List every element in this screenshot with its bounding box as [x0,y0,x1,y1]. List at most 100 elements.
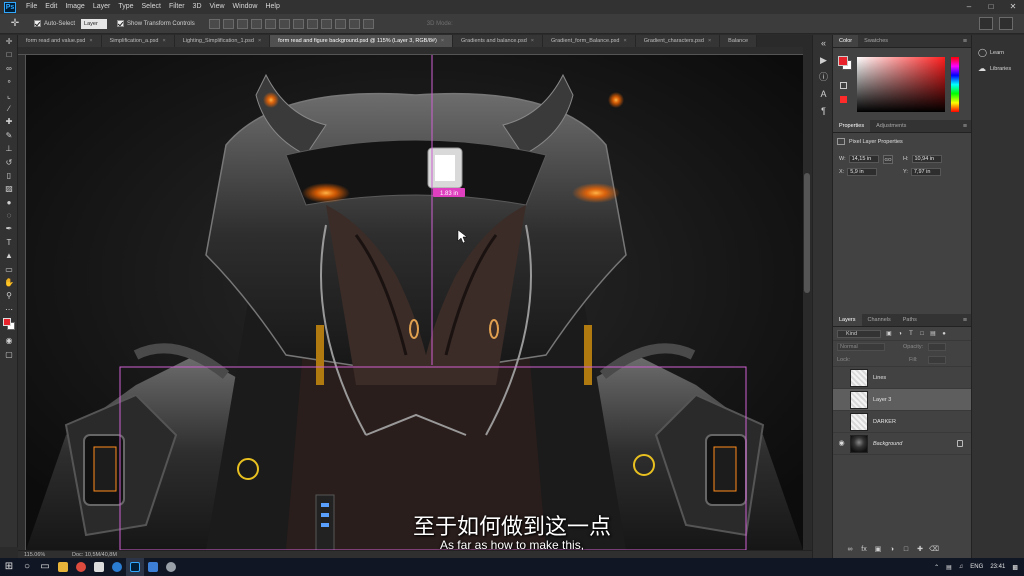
gradient-tool-icon[interactable]: ▨ [0,182,18,195]
play-icon[interactable]: ▶ [813,52,834,69]
eraser-tool-icon[interactable]: ▯ [0,169,18,182]
menu-layer[interactable]: Layer [89,0,115,14]
tab-paths[interactable]: Paths [897,314,923,326]
width-field[interactable]: 14,15 in [848,155,879,163]
menu-help[interactable]: Help [261,0,283,14]
new-layer-icon[interactable]: ✚ [915,545,925,555]
close-tab-icon[interactable]: × [708,38,711,44]
quick-mask-icon[interactable]: ◉ [0,334,18,347]
language-indicator[interactable]: ENG [970,564,983,570]
new-adjustment-icon[interactable]: ◑ [887,545,897,555]
panel-menu-icon[interactable]: ≡ [963,120,967,133]
panel-menu-icon[interactable]: ≡ [963,35,967,48]
notification-icon[interactable]: ▩ [1012,564,1018,571]
filter-kind-select[interactable]: Kind [837,330,881,338]
clock[interactable]: 23:41 [990,564,1005,570]
panel-menu-icon[interactable]: ≡ [963,314,967,327]
filter-type-icon[interactable]: T [907,330,915,338]
close-tab-icon[interactable]: × [623,38,626,44]
hue-slider[interactable] [951,57,959,112]
network-icon[interactable]: ▤ [946,564,952,571]
tab-color[interactable]: Color [833,35,859,47]
history-brush-tool-icon[interactable]: ↺ [0,156,18,169]
layer-row-layer-3[interactable]: Layer 3 [833,389,971,411]
move-tool-icon[interactable]: ✛ [6,17,24,31]
layer-row-darker[interactable]: DARKER [833,411,971,433]
close-tab-icon[interactable]: × [531,38,534,44]
auto-select-checkbox[interactable]: Auto-Select [34,20,75,27]
horizontal-ruler[interactable] [18,47,803,55]
marquee-tool-icon[interactable]: □ [0,48,18,61]
filter-pixel-icon[interactable]: ▣ [885,330,893,338]
character-icon[interactable]: A [813,86,834,103]
maximize-icon[interactable]: □ [980,0,1002,14]
close-tab-icon[interactable]: × [162,38,165,44]
layer-name[interactable]: Lines [873,375,886,381]
visibility-toggle-icon[interactable] [837,373,846,382]
distribute-bottom-icon[interactable] [320,18,332,29]
path-select-tool-icon[interactable]: ▲ [0,249,18,262]
visibility-toggle-icon[interactable] [837,417,846,426]
filter-adjustment-icon[interactable]: ◑ [896,330,904,338]
canvas-scrollbar[interactable] [803,47,811,550]
doc-tab[interactable]: Gradient_characters.psd × [635,35,721,47]
web-safe-warning-icon[interactable] [840,82,847,89]
info-icon[interactable]: ⓘ [813,69,834,86]
volume-icon[interactable]: ♫ [959,564,964,570]
blur-tool-icon[interactable]: ● [0,196,18,209]
link-layers-icon[interactable]: ∞ [845,545,855,555]
layer-style-icon[interactable]: fx [859,545,869,555]
taskbar-app-chrome[interactable] [72,558,90,576]
align-top-icon[interactable] [208,18,220,29]
crop-tool-icon[interactable]: ⌞ [0,89,18,102]
more-tools-icon[interactable]: ⋯ [0,303,18,316]
x-field[interactable]: 5,9 in [847,168,878,176]
scrollbar-thumb[interactable] [804,173,810,293]
layer-row-background[interactable]: ◉ Background [833,433,971,455]
taskbar-app-explorer[interactable] [54,558,72,576]
filter-shape-icon[interactable]: □ [918,330,926,338]
foreground-color-swatch[interactable] [3,318,11,327]
gamut-warning-icon[interactable] [840,96,847,103]
screen-mode-icon[interactable]: ▢ [0,348,18,361]
minimize-icon[interactable]: – [958,0,980,14]
tab-properties[interactable]: Properties [833,120,871,132]
distribute-left-icon[interactable] [334,18,346,29]
move-tool-icon[interactable]: ✛ [0,35,18,48]
layer-row-lines[interactable]: Lines [833,367,971,389]
close-tab-icon[interactable]: × [441,38,444,44]
brush-tool-icon[interactable]: ✎ [0,129,18,142]
pen-tool-icon[interactable]: ✒ [0,222,18,235]
dodge-tool-icon[interactable]: ◌ [0,209,18,222]
visibility-toggle-icon[interactable] [837,395,846,404]
taskbar-app-photoshop[interactable] [126,558,144,576]
taskbar-app-edge[interactable] [108,558,126,576]
filter-toggle-icon[interactable]: ● [940,330,948,338]
menu-edit[interactable]: Edit [41,0,61,14]
learn-button[interactable]: ◯ Learn [972,45,1024,61]
close-tab-icon[interactable]: × [258,38,261,44]
stamp-tool-icon[interactable]: ⊥ [0,142,18,155]
distribute-center-icon[interactable] [348,18,360,29]
taskbar-app-files[interactable] [90,558,108,576]
collapse-icon[interactable]: « [813,35,834,52]
vertical-ruler[interactable] [18,55,26,550]
doc-tab[interactable]: Gradient_form_Balance.psd × [543,35,636,47]
healing-tool-icon[interactable]: ✚ [0,115,18,128]
menu-filter[interactable]: Filter [165,0,189,14]
zoom-tool-icon[interactable]: ⚲ [0,289,18,302]
taskbar-app-settings[interactable] [162,558,180,576]
align-bottom-icon[interactable] [236,18,248,29]
shape-tool-icon[interactable]: ▭ [0,263,18,276]
menu-file[interactable]: File [22,0,41,14]
libraries-button[interactable]: ☁ Libraries [972,61,1024,77]
auto-select-target-select[interactable]: Layer [81,18,108,29]
type-tool-icon[interactable]: T [0,236,18,249]
paragraph-icon[interactable]: ¶ [813,103,834,120]
tab-adjustments[interactable]: Adjustments [870,120,912,132]
close-tab-icon[interactable]: × [89,38,92,44]
doc-tab[interactable]: Simplification_a.psd × [101,35,175,47]
close-icon[interactable]: ✕ [1002,0,1024,14]
menu-3d[interactable]: 3D [189,0,206,14]
distribute-right-icon[interactable] [362,18,374,29]
